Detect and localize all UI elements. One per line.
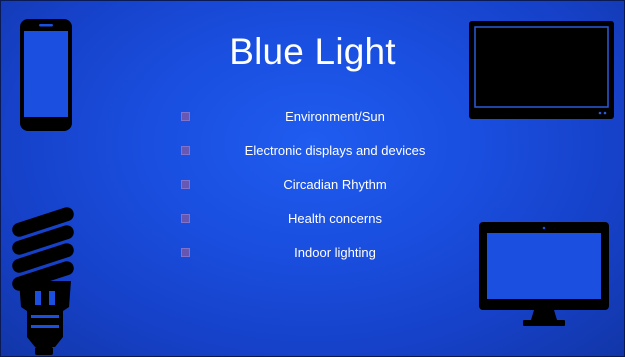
bullet-text: Health concerns xyxy=(288,210,382,226)
list-item: Electronic displays and devices xyxy=(179,137,479,163)
bullet-text: Circadian Rhythm xyxy=(283,176,387,192)
list-item: Environment/Sun xyxy=(179,103,479,129)
bullet-marker xyxy=(181,146,190,155)
presentation-slide: Blue Light Environment/Sun Electronic di… xyxy=(0,0,625,357)
list-item: Indoor lighting xyxy=(179,239,479,265)
slide-title: Blue Light xyxy=(229,31,396,72)
light-bulb-icon xyxy=(12,207,74,355)
bullet-text: Indoor lighting xyxy=(294,244,376,260)
computer-monitor-icon xyxy=(479,222,609,326)
bullet-text: Electronic displays and devices xyxy=(244,142,426,158)
bullet-list: Environment/Sun Electronic displays and … xyxy=(179,103,479,273)
bullet-text: Environment/Sun xyxy=(285,108,385,124)
list-item: Circadian Rhythm xyxy=(179,171,479,197)
bullet-marker xyxy=(181,112,190,121)
list-item: Health concerns xyxy=(179,205,479,231)
bullet-marker xyxy=(181,248,190,257)
bullet-marker xyxy=(181,180,190,189)
bullet-marker xyxy=(181,214,190,223)
